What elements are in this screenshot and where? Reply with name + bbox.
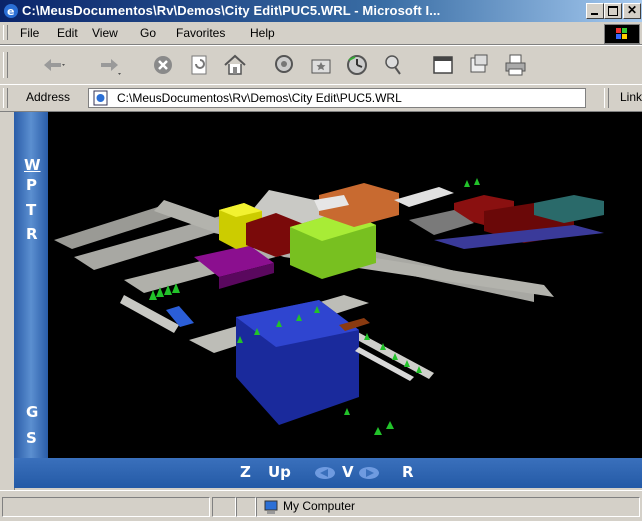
menu-edit[interactable]: Edit — [57, 26, 78, 40]
channels-icon[interactable] — [380, 52, 406, 78]
page-icon — [93, 90, 108, 106]
title-bar[interactable]: e C:\MeusDocumentos\Rv\Demos\City Edit\P… — [0, 0, 642, 22]
city-scene — [54, 178, 604, 435]
zone-label: My Computer — [283, 499, 356, 513]
menu-grip[interactable] — [3, 25, 8, 40]
menu-favorites[interactable]: Favorites — [176, 26, 225, 40]
close-button[interactable]: ✕ — [623, 3, 641, 19]
menu-file[interactable]: File — [20, 26, 39, 40]
status-text-pane — [2, 497, 210, 517]
viewport-top[interactable] — [14, 112, 642, 146]
nav-roll-button[interactable]: R — [26, 225, 38, 243]
nav-restore-button[interactable]: R — [402, 463, 414, 481]
windows-logo-icon — [616, 28, 627, 39]
favorites-icon[interactable] — [308, 52, 334, 78]
address-grip[interactable] — [3, 88, 8, 108]
history-icon[interactable] — [344, 52, 370, 78]
minimize-icon — [591, 13, 598, 15]
nav-straighten-up-button[interactable]: Up — [268, 463, 291, 481]
status-progress-pane — [212, 497, 236, 517]
nav-pan-button[interactable]: P — [26, 176, 37, 194]
menu-go[interactable]: Go — [140, 26, 156, 40]
refresh-icon[interactable] — [186, 52, 212, 78]
status-security-pane — [236, 497, 256, 517]
links-grip[interactable] — [604, 88, 609, 108]
nav-walk-button[interactable]: W — [24, 156, 41, 174]
menu-view[interactable]: View — [92, 26, 118, 40]
mail-icon[interactable] — [466, 52, 492, 78]
ie-logo-icon: e — [4, 4, 18, 18]
back-icon[interactable] — [40, 52, 66, 78]
search-icon[interactable] — [272, 52, 298, 78]
vrml-bottom-nav: Z Up V R — [14, 458, 642, 488]
stop-icon[interactable] — [150, 52, 176, 78]
fullscreen-icon[interactable] — [430, 52, 456, 78]
building-white-right — [394, 187, 454, 207]
standard-toolbar — [0, 45, 642, 85]
address-label: Address — [26, 90, 71, 104]
svg-text:e: e — [7, 5, 14, 18]
links-button[interactable]: Links — [620, 90, 642, 104]
vrml-left-panel: W P T R G S — [14, 112, 48, 458]
nav-study-button[interactable]: S — [26, 429, 37, 447]
nav-turn-button[interactable]: T — [26, 201, 36, 219]
vrml-3d-viewport[interactable] — [14, 145, 642, 458]
my-computer-icon — [264, 500, 278, 514]
nav-viewpoints-button[interactable]: V — [342, 463, 354, 481]
status-bar: My Computer — [0, 490, 642, 521]
forward-icon[interactable] — [96, 52, 122, 78]
home-icon[interactable] — [222, 52, 248, 78]
status-zone-pane: My Computer — [256, 497, 640, 517]
maximize-button[interactable] — [604, 3, 622, 19]
menu-bar: File Edit View Go Favorites Help — [0, 22, 642, 45]
menu-help[interactable]: Help — [250, 26, 275, 40]
toolbar-grip[interactable] — [3, 52, 8, 78]
address-input[interactable]: C:\MeusDocumentos\Rv\Demos\City Edit\PUC… — [88, 88, 586, 108]
nav-goto-button[interactable]: G — [26, 403, 38, 421]
window-title: C:\MeusDocumentos\Rv\Demos\City Edit\PUC… — [22, 3, 441, 18]
windows-throbber — [604, 24, 640, 44]
minimize-button[interactable] — [586, 3, 604, 19]
print-icon[interactable] — [502, 52, 528, 78]
prev-viewpoint-icon[interactable] — [314, 466, 336, 480]
address-bar: Address C:\MeusDocumentos\Rv\Demos\City … — [0, 84, 642, 112]
next-viewpoint-icon[interactable] — [358, 466, 380, 480]
address-value: C:\MeusDocumentos\Rv\Demos\City Edit\PUC… — [117, 91, 402, 105]
close-icon: ✕ — [627, 3, 638, 17]
nav-zoom-button[interactable]: Z — [240, 463, 251, 481]
window-left-border — [0, 112, 15, 490]
maximize-icon — [608, 6, 618, 16]
